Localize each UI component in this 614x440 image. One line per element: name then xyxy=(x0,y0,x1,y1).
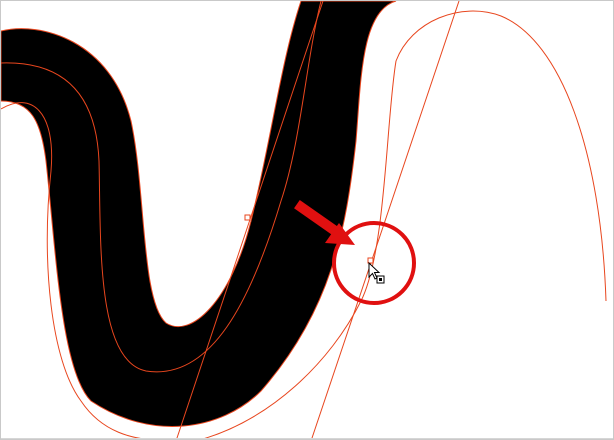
drawing-canvas[interactable] xyxy=(0,0,614,440)
black-brush-stroke[interactable] xyxy=(1,1,397,427)
control-point[interactable] xyxy=(244,214,251,221)
selection-cursor-icon xyxy=(368,261,385,284)
vector-drawing-svg[interactable] xyxy=(1,1,614,440)
